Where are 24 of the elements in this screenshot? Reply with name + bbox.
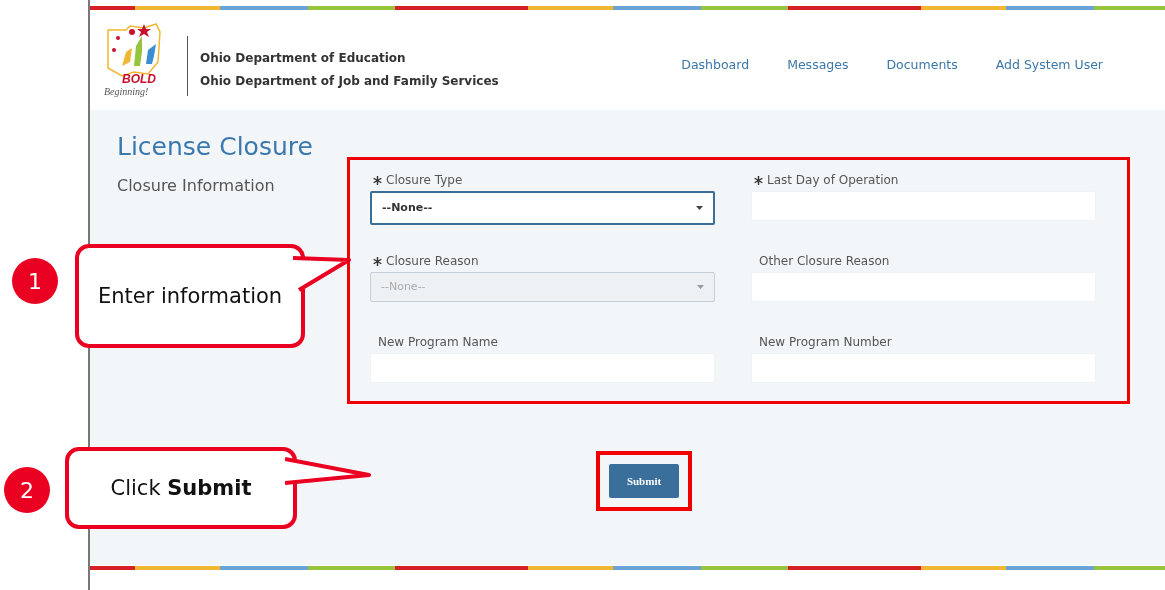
section-heading: Closure Information: [117, 175, 276, 197]
field-label: New Program Number: [759, 334, 892, 351]
nav-link[interactable]: Dashboard: [681, 56, 750, 75]
logo-text: BOLD: [122, 72, 156, 86]
callout-text: Click Submit: [109, 475, 253, 502]
field-label: Last Day of Operation: [767, 172, 899, 189]
step-number: 2: [4, 467, 50, 513]
caret-icon: [696, 206, 703, 210]
field-label: Closure Type: [386, 172, 463, 189]
field-label: Closure Reason: [386, 253, 479, 270]
nav-link[interactable]: Add System User: [995, 56, 1103, 75]
callout-text: Enter information: [96, 283, 284, 310]
dropdown[interactable]: --None--: [370, 191, 715, 225]
nav-link[interactable]: Messages: [787, 56, 849, 75]
field-label: Other Closure Reason: [759, 253, 890, 270]
field-label: New Program Name: [378, 334, 498, 351]
page-title: License Closure: [117, 132, 314, 162]
nav-link[interactable]: Documents: [886, 56, 958, 75]
agency-name: Ohio Department of Education: [200, 50, 407, 67]
caret-icon: [697, 285, 704, 289]
step-number: 1: [12, 258, 58, 304]
submit-button[interactable]: Submit: [609, 464, 679, 498]
agency-name: Ohio Department of Job and Family Services: [200, 73, 499, 90]
logo-tagline: Beginning!: [104, 86, 149, 97]
